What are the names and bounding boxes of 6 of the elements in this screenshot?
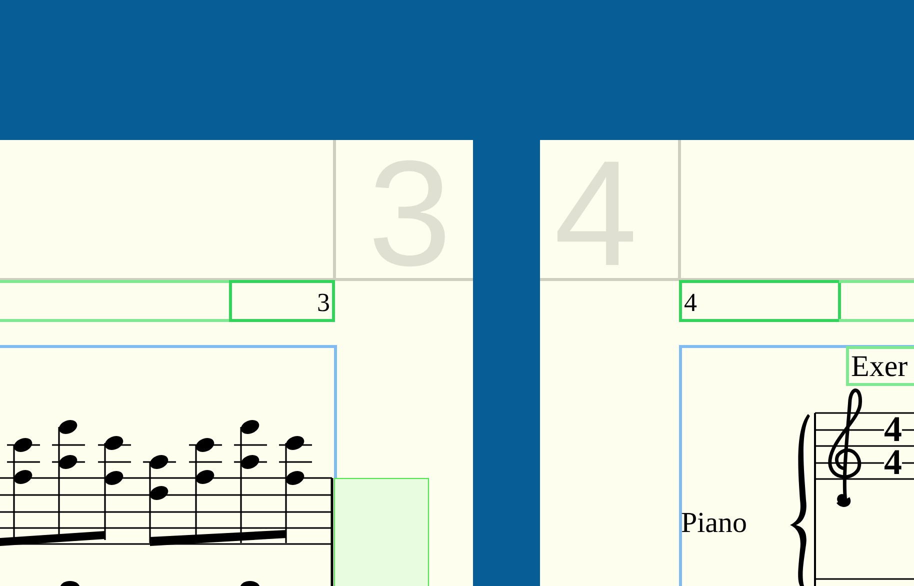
brace-icon xyxy=(790,414,810,586)
treble-clef-icon xyxy=(828,388,862,507)
header-page-number: 3 xyxy=(229,280,335,322)
score-title: Exer xyxy=(846,346,914,386)
header-page-number: 4 xyxy=(679,280,841,322)
instrument-name: Piano xyxy=(681,506,748,540)
